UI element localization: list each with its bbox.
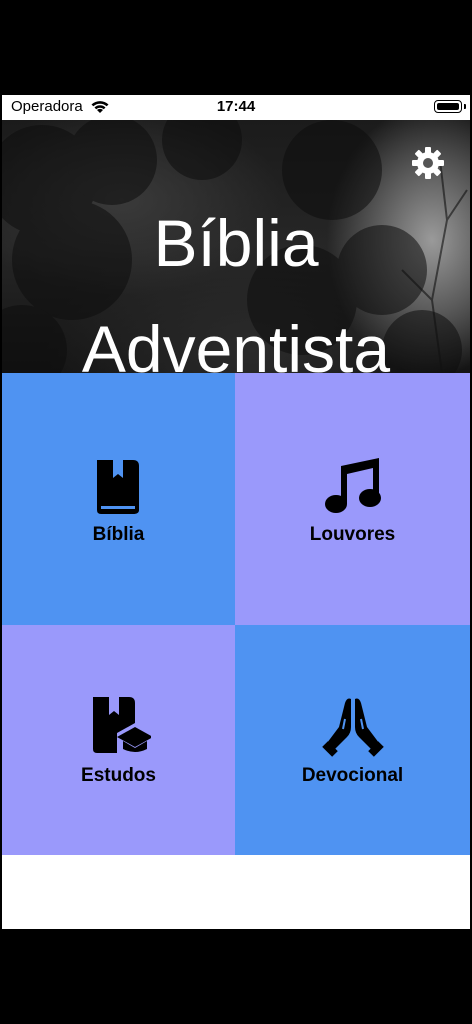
tile-label: Estudos <box>81 765 156 786</box>
tile-label: Devocional <box>301 765 404 786</box>
app-title-line1: Bíblia <box>153 206 319 280</box>
header-banner: Bíblia Adventista <box>2 120 470 373</box>
bible-icon <box>96 460 139 514</box>
tile-louvores[interactable]: Louvores <box>235 373 470 625</box>
clock: 17:44 <box>216 98 256 115</box>
tile-biblia[interactable]: Bíblia <box>2 373 235 625</box>
tile-label: Bíblia <box>92 524 145 545</box>
status-bar: Operadora 17:44 <box>2 95 470 120</box>
app-screen: Operadora 17:44 Bíblia Adventista Bíblia… <box>2 95 470 929</box>
app-title-line2: Adventista <box>81 312 391 373</box>
tile-label: Louvores <box>309 524 396 545</box>
app-title: Bíblia Adventista <box>2 190 470 373</box>
gear-icon[interactable] <box>410 145 446 181</box>
bible-graduation-cap-icon <box>92 697 151 753</box>
music-note-icon <box>324 458 381 513</box>
praying-hands-icon <box>321 698 384 757</box>
tile-devocional[interactable]: Devocional <box>235 625 470 855</box>
battery-icon <box>434 100 462 113</box>
tile-estudos[interactable]: Estudos <box>2 625 235 855</box>
battery-cap <box>464 104 466 109</box>
bottom-empty-area <box>2 855 470 929</box>
